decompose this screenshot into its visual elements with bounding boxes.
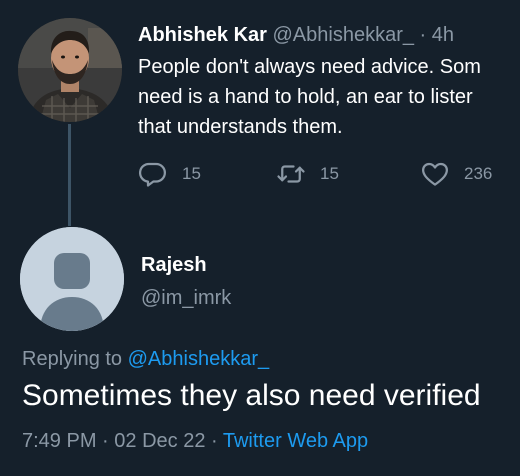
meta-separator: · <box>205 430 223 452</box>
parent-tweet-time[interactable]: 4h <box>432 24 454 46</box>
replying-to-line: Replying to @Abhishekkar_ <box>22 346 269 372</box>
reply-tweet-text: Sometimes they also need verified <box>22 379 481 412</box>
thread-connector-line <box>68 124 71 226</box>
tweet-source-link[interactable]: Twitter Web App <box>223 430 368 452</box>
tweet-timestamp[interactable]: 7:49 PM <box>22 430 96 452</box>
parent-tweet-actions: 15 15 236 <box>138 158 520 190</box>
parent-tweet-text: People don't always need advice. Som nee… <box>138 52 520 142</box>
parent-author-avatar[interactable] <box>18 18 122 122</box>
reply-author-name[interactable]: Rajesh <box>141 252 207 278</box>
replying-to-label: Replying to <box>22 348 128 370</box>
retweet-count: 15 <box>320 164 339 183</box>
tweet-thread-view: Abhishek Kar @Abhishekkar_ · 4h People d… <box>0 0 520 476</box>
default-avatar-icon <box>20 227 124 331</box>
avatar-photo <box>18 18 122 122</box>
parent-author-name[interactable]: Abhishek Kar <box>138 24 267 46</box>
retweet-icon <box>277 165 305 183</box>
retweet-button[interactable]: 15 <box>276 158 339 190</box>
tweet-date[interactable]: 02 Dec 22 <box>114 430 205 452</box>
parent-tweet-header: Abhishek Kar @Abhishekkar_ · 4h <box>138 22 454 48</box>
replying-to-mention[interactable]: @Abhishekkar_ <box>128 348 269 370</box>
parent-author-handle[interactable]: @Abhishekkar_ <box>273 24 414 46</box>
reply-author-avatar[interactable] <box>20 227 124 331</box>
reply-button[interactable]: 15 <box>138 158 201 190</box>
like-count: 236 <box>464 164 493 183</box>
reply-count: 15 <box>182 164 201 183</box>
reply-author-handle[interactable]: @im_imrk <box>141 285 231 311</box>
like-button[interactable]: 236 <box>420 158 492 190</box>
parent-tweet-line: People don't always need advice. Som <box>138 56 481 78</box>
header-separator: · <box>419 24 427 46</box>
meta-separator: · <box>96 430 115 452</box>
parent-tweet-line: need is a hand to hold, an ear to lister <box>138 86 473 108</box>
heart-icon <box>422 162 448 186</box>
reply-icon <box>139 162 166 187</box>
parent-tweet-line: that understands them. <box>138 116 343 138</box>
reply-tweet-meta: 7:49 PM · 02 Dec 22 · Twitter Web App <box>22 428 368 454</box>
